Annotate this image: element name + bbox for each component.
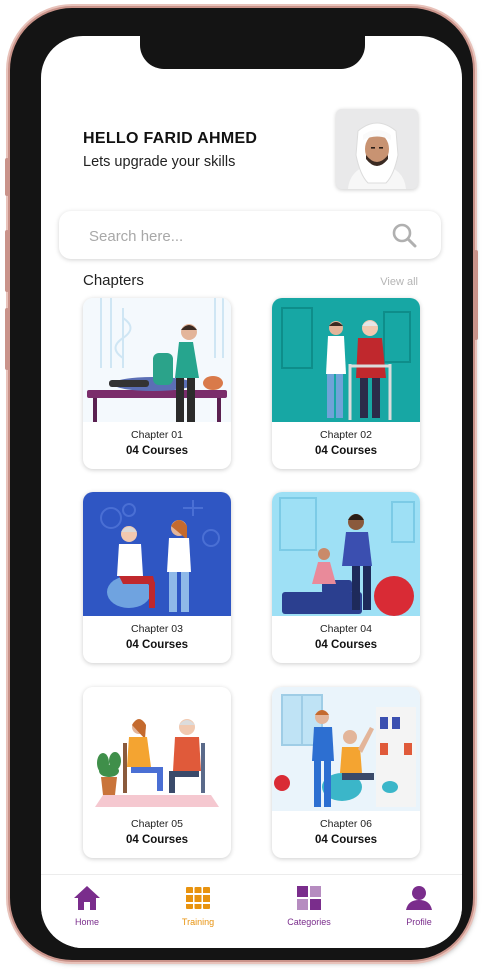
ball-exercise-illustration <box>83 492 231 616</box>
chapter-label: Chapter 03 <box>131 623 183 635</box>
screen: HELLO FARID AHMED Lets upgrade your skil… <box>41 36 462 948</box>
volume-down-button <box>5 308 9 370</box>
nav-categories[interactable]: Categories <box>269 885 349 927</box>
nav-home[interactable]: Home <box>47 885 127 927</box>
courses-count: 04 Courses <box>125 834 188 846</box>
chapter-card-06[interactable]: Chapter 06 04 Courses <box>272 687 420 858</box>
chapter-label: Chapter 01 <box>131 429 183 441</box>
chapter-label: Chapter 06 <box>320 818 372 830</box>
chapter-card-02[interactable]: Chapter 02 04 Courses <box>272 298 420 469</box>
child-therapy-illustration <box>272 492 420 616</box>
avatar-portrait <box>336 109 418 189</box>
courses-count: 04 Courses <box>314 445 377 457</box>
home-icon <box>74 886 100 910</box>
rehab-gym-illustration <box>272 687 420 811</box>
chapter-card-04[interactable]: Chapter 04 04 Courses <box>272 492 420 663</box>
greeting-title: HELLO FARID AHMED <box>83 130 258 147</box>
greeting-subtitle: Lets upgrade your skills <box>83 154 236 170</box>
walker-assistance-illustration <box>272 298 420 422</box>
courses-count: 04 Courses <box>314 834 377 846</box>
notch <box>140 36 365 69</box>
courses-count: 04 Courses <box>314 639 377 651</box>
search-bar[interactable] <box>59 211 441 259</box>
categories-icon <box>297 886 321 910</box>
books-icon <box>186 887 210 909</box>
phone-frame: HELLO FARID AHMED Lets upgrade your skil… <box>5 8 478 960</box>
chapter-label: Chapter 04 <box>320 623 372 635</box>
chapter-card-01[interactable]: Chapter 01 04 Courses <box>83 298 231 469</box>
nav-profile[interactable]: Profile <box>379 885 459 927</box>
volume-up-button <box>5 230 9 292</box>
nav-categories-label: Categories <box>287 917 331 927</box>
chapter-card-05[interactable]: Chapter 05 04 Courses <box>83 687 231 858</box>
bottom-navigation: Home Training Categories Profile <box>41 874 462 948</box>
search-icon[interactable] <box>391 222 417 248</box>
chapter-label: Chapter 02 <box>320 429 372 441</box>
courses-count: 04 Courses <box>125 639 188 651</box>
chapter-card-03[interactable]: Chapter 03 04 Courses <box>83 492 231 663</box>
nav-home-label: Home <box>74 917 99 927</box>
search-input[interactable] <box>87 223 371 249</box>
chapters-heading: Chapters <box>83 272 144 289</box>
chapter-label: Chapter 05 <box>131 818 183 830</box>
view-all-link[interactable]: View all <box>380 276 418 288</box>
nav-profile-label: Profile <box>406 917 432 927</box>
nav-training[interactable]: Training <box>158 885 238 927</box>
massage-therapy-illustration <box>83 298 231 422</box>
mute-switch <box>5 158 9 196</box>
courses-count: 04 Courses <box>125 445 188 457</box>
consultation-illustration <box>83 687 231 811</box>
profile-icon <box>406 886 432 910</box>
nav-training-label: Training <box>181 917 215 927</box>
avatar[interactable] <box>336 109 418 189</box>
power-button <box>474 250 478 340</box>
